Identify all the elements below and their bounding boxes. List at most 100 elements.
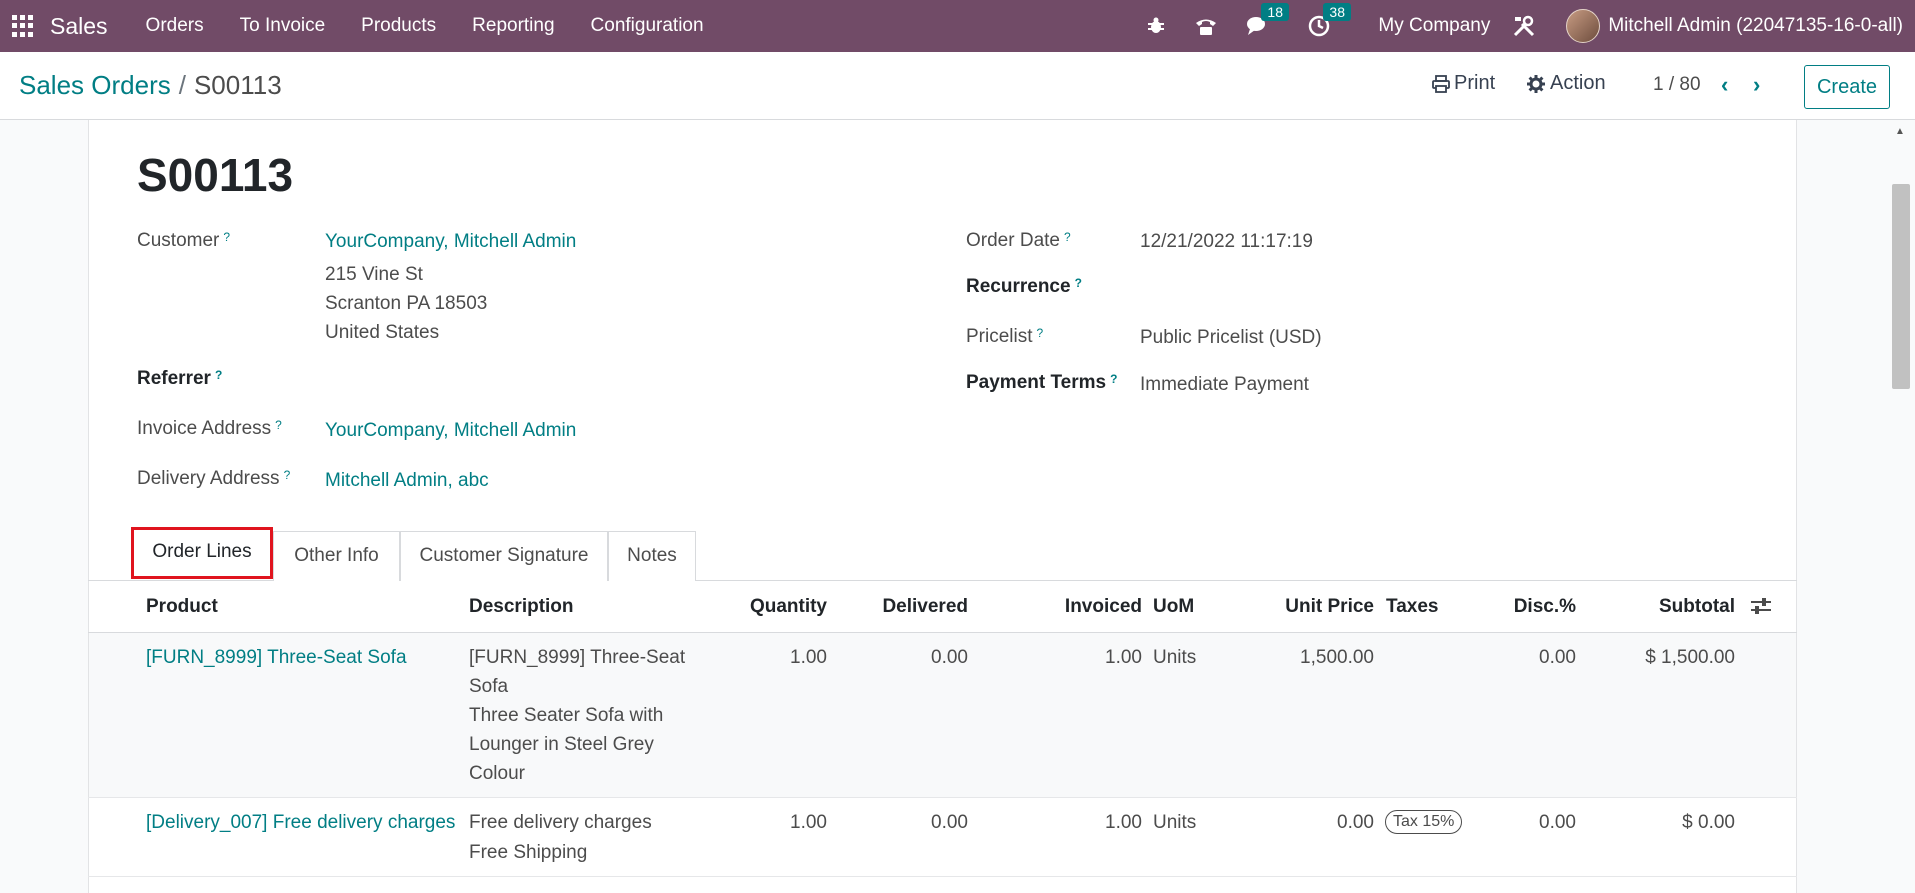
row-description-line: Three Seater Sofa with <box>469 705 664 726</box>
row-unit-price: 1,500.00 <box>1300 647 1374 668</box>
payment-terms-label: Payment Terms? <box>966 372 1118 393</box>
invoice-address-label: Invoice Address? <box>137 418 282 439</box>
company-switcher[interactable]: My Company <box>1378 15 1490 37</box>
row-description-line: Lounger in Steel Grey <box>469 734 654 755</box>
help-icon[interactable]: ? <box>1075 276 1082 290</box>
row-description-line: [FURN_8999] Three-Seat <box>469 647 686 668</box>
print-button[interactable]: Print <box>1432 72 1495 95</box>
column-quantity[interactable]: Quantity <box>700 596 827 618</box>
invoice-address-link[interactable]: YourCompany, Mitchell Admin <box>325 420 576 442</box>
activities-badge: 38 <box>1323 3 1351 21</box>
menu-orders[interactable]: Orders <box>128 15 222 37</box>
user-menu[interactable]: Mitchell Admin (22047135-16-0-all) <box>1608 15 1903 37</box>
row-discount: 0.00 <box>1539 812 1576 833</box>
row-divider <box>88 797 1797 798</box>
debug-bug-icon[interactable] <box>1146 16 1166 36</box>
row-description-line: Sofa <box>469 676 509 697</box>
create-button[interactable]: Create <box>1804 65 1890 109</box>
scrollbar[interactable]: ▲ <box>1888 120 1915 893</box>
print-icon <box>1432 74 1450 93</box>
pager-value[interactable]: 1 / 80 <box>1653 74 1701 96</box>
delivery-address-label: Delivery Address? <box>137 468 291 489</box>
phone-icon[interactable] <box>1194 16 1218 36</box>
help-icon[interactable]: ? <box>1064 230 1071 244</box>
pricelist-label: Pricelist? <box>966 326 1044 347</box>
pager-previous-icon[interactable]: ‹ <box>1721 72 1728 98</box>
row-description-line: Colour <box>469 763 525 784</box>
customer-link[interactable]: YourCompany, Mitchell Admin <box>325 231 576 253</box>
tools-icon[interactable] <box>1512 14 1536 38</box>
help-icon[interactable]: ? <box>215 368 222 382</box>
print-label: Print <box>1454 72 1496 94</box>
order-date-value[interactable]: 12/21/2022 11:17:19 <box>1140 231 1313 253</box>
breadcrumb-separator: / <box>178 70 186 100</box>
breadcrumb-sales-orders[interactable]: Sales Orders <box>19 70 171 100</box>
help-icon[interactable]: ? <box>284 468 291 482</box>
menu-to-invoice[interactable]: To Invoice <box>222 15 344 37</box>
help-icon[interactable]: ? <box>223 230 230 244</box>
gear-icon <box>1527 74 1545 93</box>
tab-order-lines[interactable]: Order Lines <box>131 527 273 579</box>
customer-country: United States <box>325 322 440 343</box>
referrer-label: Referrer? <box>137 368 223 389</box>
row-divider <box>88 876 1797 877</box>
control-panel: Sales Orders / S00113 Print Action 1 / 80 … <box>0 52 1915 120</box>
messages-icon[interactable]: 18 <box>1246 3 1289 37</box>
order-title: S00113 <box>137 149 294 201</box>
column-uom[interactable]: UoM <box>1153 596 1194 618</box>
pricelist-value[interactable]: Public Pricelist (USD) <box>1140 327 1322 349</box>
row-subtotal: $ 0.00 <box>1682 812 1735 833</box>
row-description-line: Free Shipping <box>469 842 588 863</box>
recurrence-label: Recurrence? <box>966 276 1082 297</box>
tax-tag: Tax 15% <box>1385 810 1463 834</box>
payment-terms-value[interactable]: Immediate Payment <box>1140 374 1309 396</box>
order-date-label: Order Date? <box>966 230 1071 251</box>
column-description[interactable]: Description <box>469 596 574 618</box>
optional-columns-icon[interactable] <box>1750 596 1772 621</box>
row-invoiced: 1.00 <box>1105 647 1142 668</box>
column-product[interactable]: Product <box>146 596 218 618</box>
row-delivered: 0.00 <box>931 812 968 833</box>
customer-city: Scranton PA 18503 <box>325 293 488 314</box>
column-taxes[interactable]: Taxes <box>1386 596 1438 618</box>
customer-label: Customer? <box>137 230 231 251</box>
help-icon[interactable]: ? <box>1110 372 1117 386</box>
row-product[interactable]: [Delivery_007] Free delivery charges <box>146 808 455 837</box>
menu-configuration[interactable]: Configuration <box>573 15 722 37</box>
row-discount: 0.00 <box>1539 647 1576 668</box>
messages-badge: 18 <box>1261 3 1289 21</box>
row-product[interactable]: [FURN_8999] Three-Seat Sofa <box>146 643 407 672</box>
scroll-thumb[interactable] <box>1892 184 1910 389</box>
action-label: Action <box>1550 72 1606 94</box>
top-navbar: Sales Orders To Invoice Products Reporti… <box>0 0 1915 52</box>
app-name[interactable]: Sales <box>50 13 108 40</box>
menu-products[interactable]: Products <box>343 15 454 37</box>
user-avatar[interactable] <box>1566 9 1601 43</box>
breadcrumb-current: S00113 <box>193 70 282 100</box>
row-description-line: Free delivery charges <box>469 812 652 833</box>
row-subtotal: $ 1,500.00 <box>1645 647 1735 668</box>
tab-customer-signature[interactable]: Customer Signature <box>400 531 608 581</box>
customer-street: 215 Vine St <box>325 264 423 285</box>
tab-notes[interactable]: Notes <box>608 531 696 581</box>
column-invoiced[interactable]: Invoiced <box>1000 596 1142 618</box>
pager-next-icon[interactable]: › <box>1753 72 1760 98</box>
column-unit-price[interactable]: Unit Price <box>1230 596 1374 618</box>
menu-reporting[interactable]: Reporting <box>454 15 572 37</box>
help-icon[interactable]: ? <box>1037 326 1044 340</box>
activities-clock-icon[interactable]: 38 <box>1308 3 1351 37</box>
row-quantity: 1.00 <box>790 647 827 668</box>
column-subtotal[interactable]: Subtotal <box>1600 596 1735 618</box>
row-delivered: 0.00 <box>931 647 968 668</box>
navbar-systray: 18 38 My Company Mitchell Admin (2204713… <box>1132 0 1915 52</box>
action-button[interactable]: Action <box>1527 72 1606 95</box>
apps-menu-icon[interactable] <box>12 15 34 37</box>
scroll-up-icon[interactable]: ▲ <box>1895 126 1905 137</box>
column-discount[interactable]: Disc.% <box>1460 596 1576 618</box>
row-uom: Units <box>1153 647 1197 668</box>
help-icon[interactable]: ? <box>275 418 282 432</box>
tab-other-info[interactable]: Other Info <box>273 531 400 581</box>
row-uom: Units <box>1153 812 1197 833</box>
column-delivered[interactable]: Delivered <box>830 596 968 618</box>
delivery-address-link[interactable]: Mitchell Admin, abc <box>325 470 489 492</box>
